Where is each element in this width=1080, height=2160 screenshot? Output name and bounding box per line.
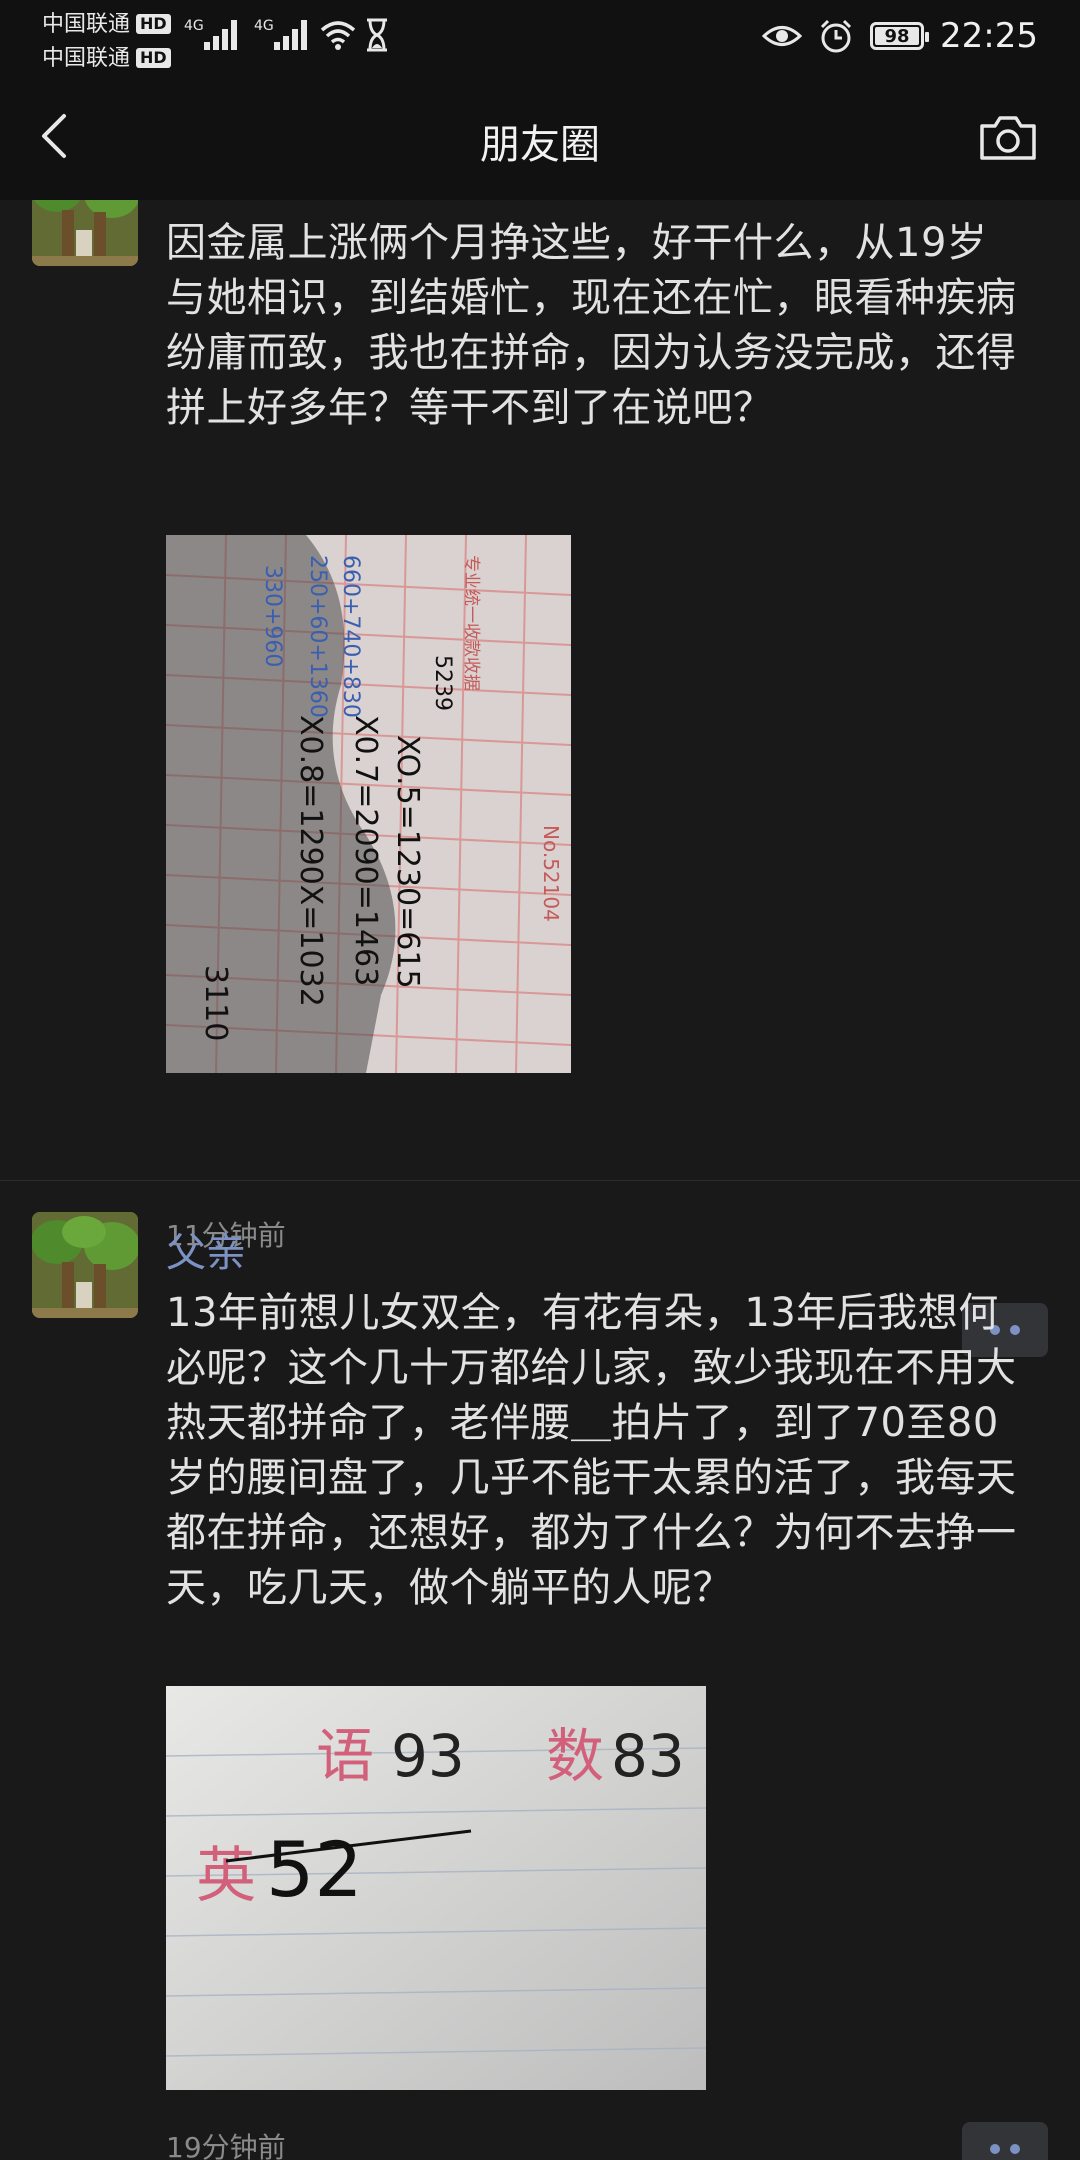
moment-post: 父亲 13年前想儿女双全，有花有朵，13年后我想何必呢？这个几十万都给儿家，致少… xyxy=(0,1212,1080,2160)
photo-line-2: X0.7=2090=1463 xyxy=(348,715,383,986)
camera-button[interactable] xyxy=(978,112,1038,164)
photo-side-3: 330+960 xyxy=(260,565,285,667)
page-title: 朋友圈 xyxy=(480,122,600,168)
photo-number: No.52104 xyxy=(539,825,563,922)
dot-icon xyxy=(1010,2144,1020,2154)
top-nav-bar: 朋友圈 xyxy=(0,72,1080,200)
photo-line-1: XO.5=1230=615 xyxy=(390,735,425,989)
post-photo[interactable]: 专业统一收款收据 XO.5=1230=615 X0.7=2090=1463 X0… xyxy=(166,535,571,1073)
avatar[interactable] xyxy=(32,200,138,266)
photo-left: 3110 xyxy=(198,965,233,1041)
status-bar: 中国联通 HD 中国联通 HD 4G 4G 98 22:25 xyxy=(0,0,1080,72)
photo-chinese-label: 语 xyxy=(316,1722,374,1790)
eye-icon xyxy=(762,26,803,46)
battery-level: 98 xyxy=(884,25,910,47)
carrier-2: 中国联通 HD xyxy=(42,40,171,72)
post-text: 13年前想儿女双全，有花有朵，13年后我想何必呢？这个几十万都给儿家，致少我现在… xyxy=(166,1290,1017,1611)
score-paper-photo: 语 93 数 83 英 52 xyxy=(166,1686,706,2090)
battery-icon: 98 xyxy=(870,22,930,50)
clock: 22:25 xyxy=(940,16,1038,56)
moments-feed[interactable]: 父亲 因金属上涨俩个月挣这些，好干什么，从19岁与她相识，到结婚忙，现在还在忙，… xyxy=(0,200,1080,2160)
post-text: 因金属上涨俩个月挣这些，好干什么，从19岁与她相识，到结婚忙，现在还在忙，眼看种… xyxy=(166,220,1017,431)
camera-icon xyxy=(980,116,1036,160)
wifi-icon xyxy=(320,21,356,50)
network-2-label: 4G xyxy=(254,18,274,34)
carrier-1: 中国联通 HD xyxy=(42,6,171,38)
photo-english-score: 52 xyxy=(266,1825,363,1914)
post-photo[interactable]: 语 93 数 83 英 52 xyxy=(166,1686,706,2090)
photo-code: 5239 xyxy=(430,655,455,711)
post-timestamp: 19分钟前 xyxy=(166,2131,286,2160)
alarm-icon xyxy=(820,19,852,53)
hd-badge-2: HD xyxy=(136,48,171,68)
photo-line-3: X0.8=1290X=1032 xyxy=(293,715,328,1007)
hourglass-icon xyxy=(367,18,387,52)
dot-icon xyxy=(990,2144,1000,2154)
photo-math-label: 数 xyxy=(546,1722,604,1790)
avatar[interactable] xyxy=(32,1212,138,1318)
photo-math-score: 83 xyxy=(611,1722,685,1790)
post-divider xyxy=(0,1180,1080,1181)
status-right: 98 22:25 xyxy=(762,14,1038,58)
moment-post: 父亲 因金属上涨俩个月挣这些，好干什么，从19岁与她相识，到结婚忙，现在还在忙，… xyxy=(0,200,1080,1380)
post-author[interactable]: 父亲 xyxy=(166,200,246,206)
photo-side-1: 660+740+830 xyxy=(338,555,363,718)
more-actions-button[interactable] xyxy=(962,2122,1048,2160)
network-1-label: 4G xyxy=(184,18,204,34)
post-author[interactable]: 父亲 xyxy=(166,1220,246,1278)
avatar-image xyxy=(32,1212,138,1318)
signal-icon-2: 4G xyxy=(254,18,307,50)
signal-icon-1: 4G xyxy=(184,18,237,50)
receipt-photo: 专业统一收款收据 XO.5=1230=615 X0.7=2090=1463 X0… xyxy=(166,535,571,1073)
carrier-2-label: 中国联通 xyxy=(42,46,131,71)
photo-side-2: 250+60+1360 xyxy=(305,555,330,718)
photo-header: 专业统一收款收据 xyxy=(461,555,481,691)
carrier-1-label: 中国联通 xyxy=(42,12,131,37)
photo-english-label: 英 xyxy=(196,1841,256,1911)
photo-chinese-score: 93 xyxy=(391,1722,465,1790)
hd-badge-1: HD xyxy=(136,14,171,34)
avatar-image xyxy=(32,200,138,266)
